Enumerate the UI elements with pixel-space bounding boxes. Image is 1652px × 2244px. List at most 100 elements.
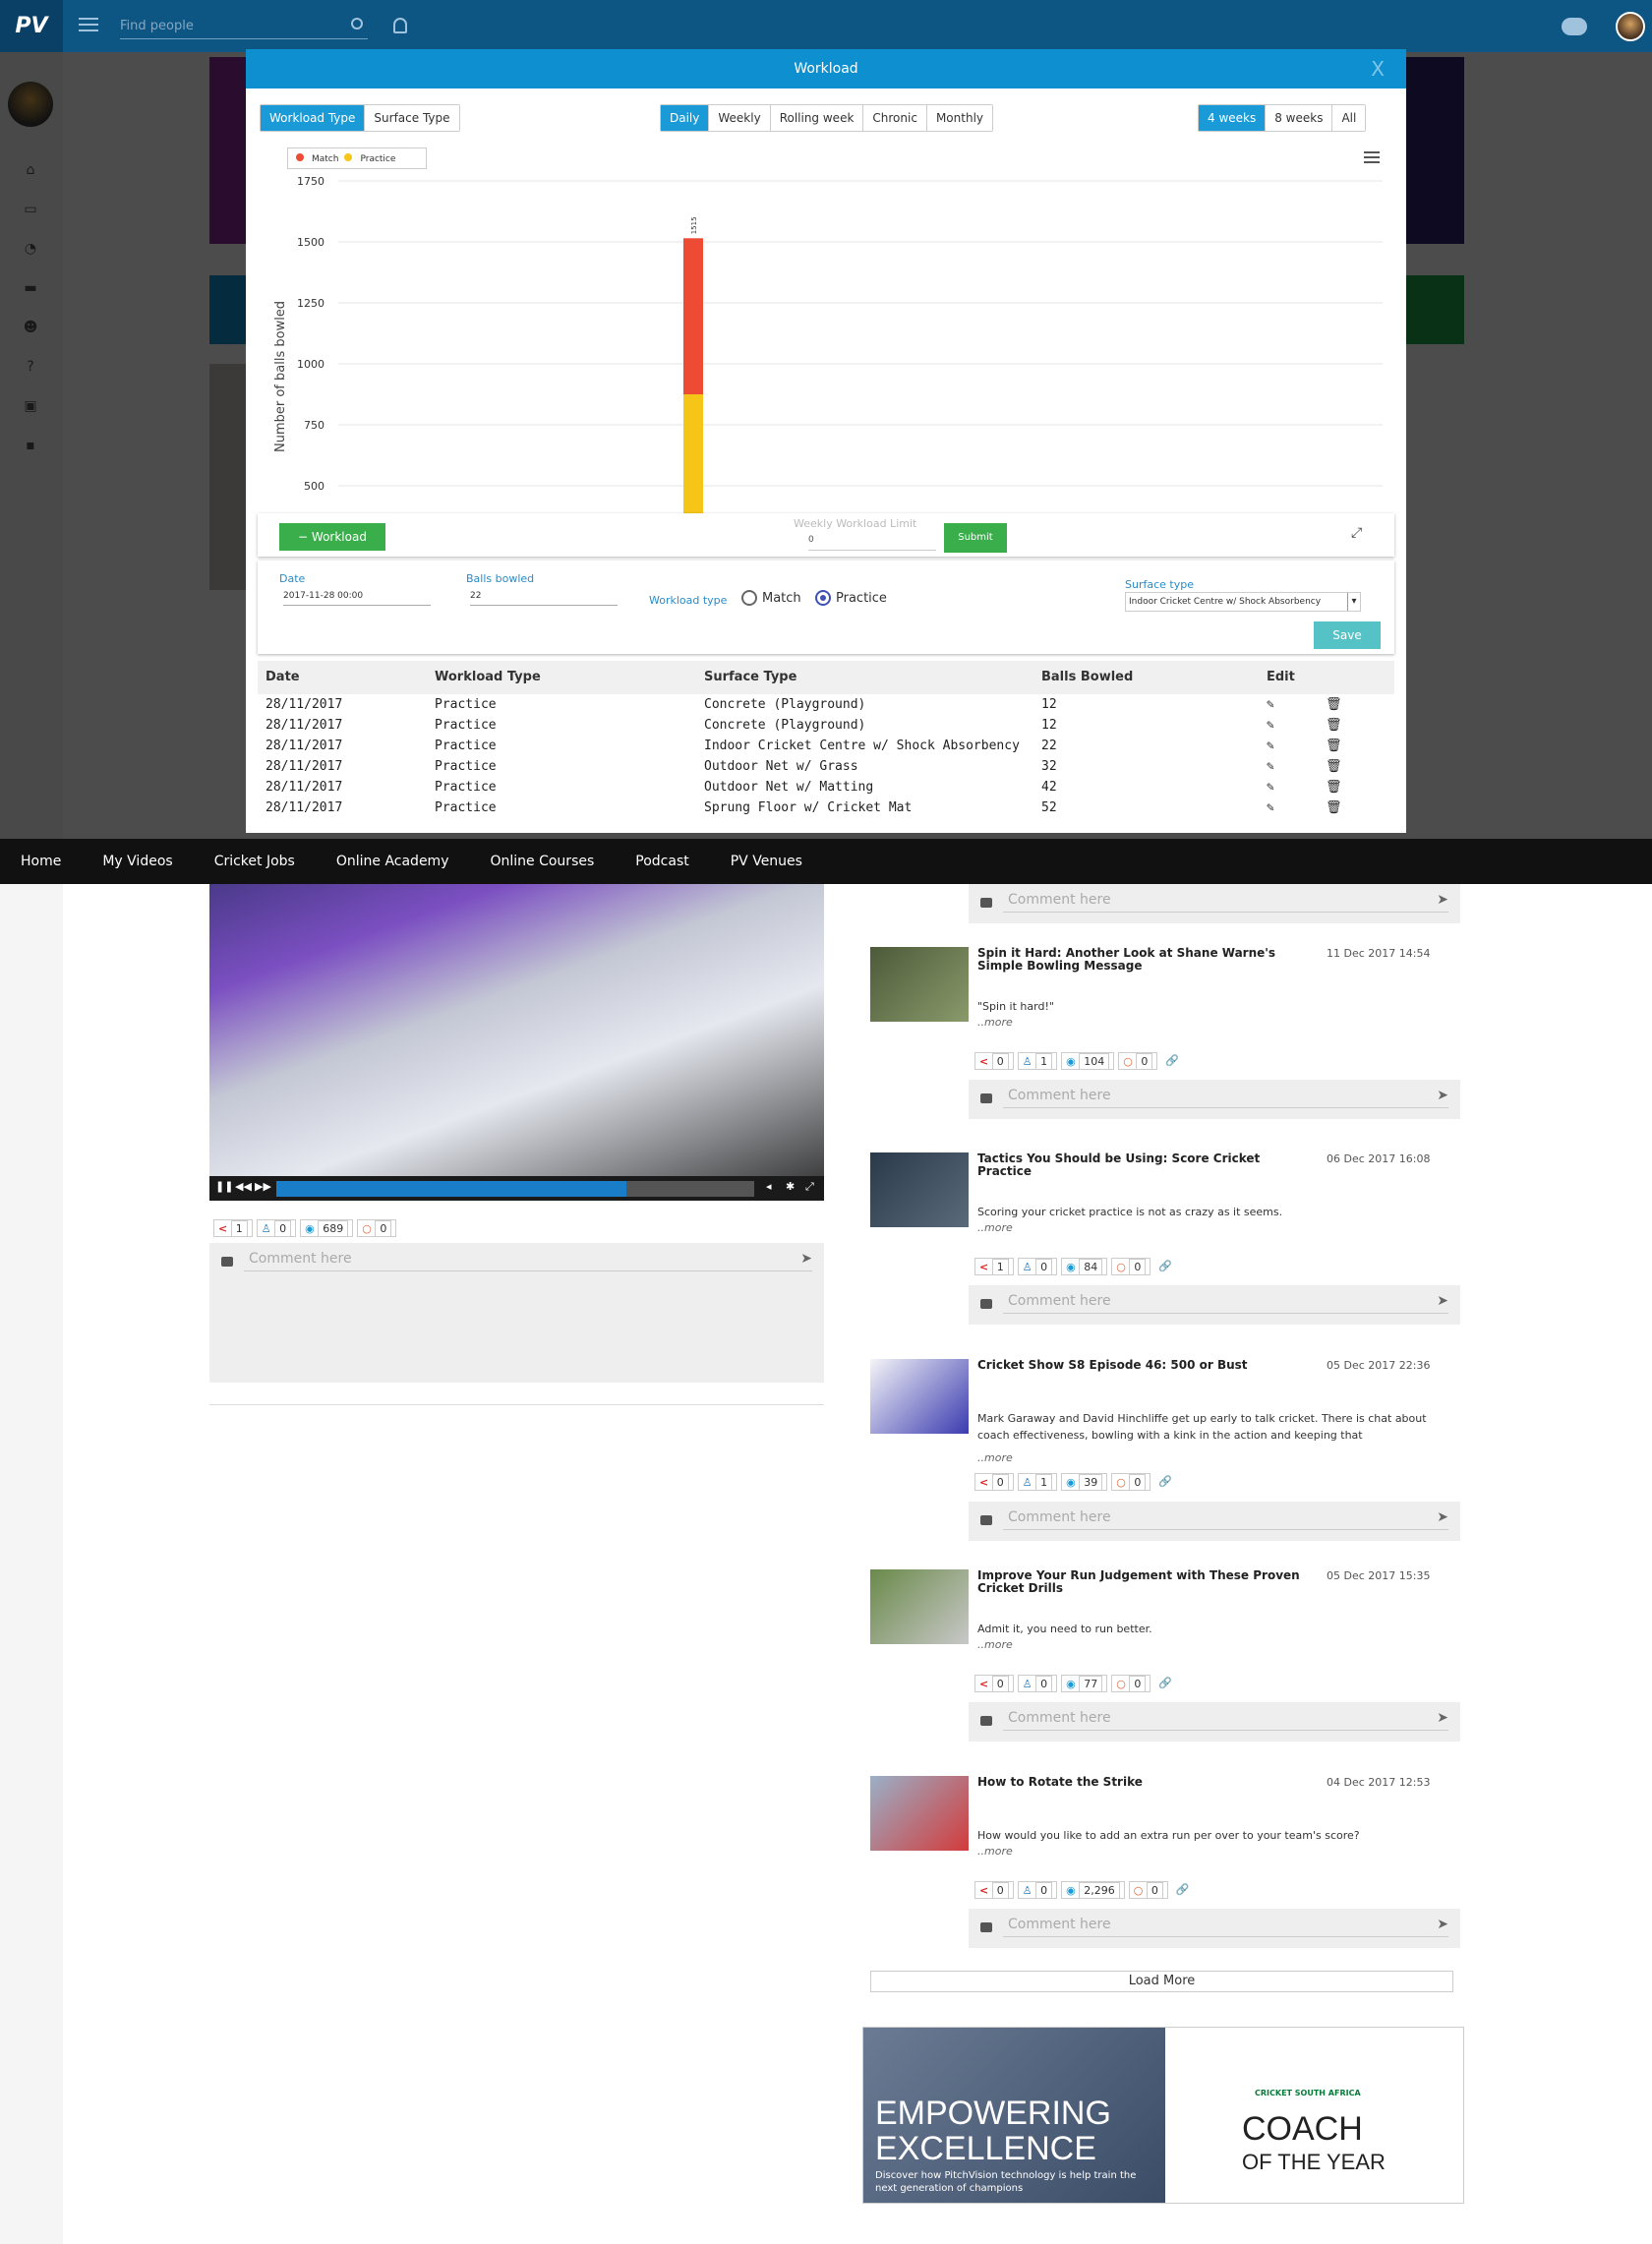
edit-icon[interactable]: ✎ (1259, 777, 1318, 797)
advert-banner[interactable]: EMPOWERING EXCELLENCE Discover how Pitch… (862, 2027, 1464, 2204)
delete-icon[interactable]: 🗑 (1318, 694, 1377, 715)
edit-icon[interactable]: ✎ (1259, 736, 1318, 756)
date-input[interactable]: 2017-11-28 00:00 (283, 586, 431, 606)
like-count[interactable]: ♙ 1 (1017, 1473, 1058, 1491)
link-icon[interactable]: 🔗 (1154, 1473, 1176, 1491)
feed-more-link[interactable]: ..more (977, 1221, 1013, 1234)
send-icon[interactable]: ➤ (1437, 1088, 1448, 1103)
menu-icon[interactable] (79, 18, 98, 35)
link-icon[interactable]: 🔗 (1154, 1675, 1176, 1692)
nav-online-courses[interactable]: Online Courses (490, 854, 594, 869)
video-comment-input[interactable]: Comment here (249, 1251, 352, 1267)
submit-button[interactable]: Submit (944, 523, 1007, 553)
edit-icon[interactable]: ✎ (1259, 715, 1318, 736)
delete-icon[interactable]: 🗑 (1318, 736, 1377, 756)
save-button[interactable]: Save (1314, 621, 1381, 649)
feed-more-link[interactable]: ..more (977, 1451, 1013, 1464)
rewind-icon[interactable]: ◀◀ (235, 1180, 252, 1193)
feed-more-link[interactable]: ..more (977, 1016, 1013, 1029)
edit-icon[interactable]: ✎ (1259, 797, 1318, 818)
like-count[interactable]: ♙ 0 (1017, 1675, 1058, 1692)
radio-practice-circle[interactable] (815, 590, 831, 606)
feed-more-link[interactable]: ..more (977, 1845, 1013, 1858)
delete-icon[interactable]: 🗑 (1318, 777, 1377, 797)
bar-practice[interactable] (683, 394, 703, 513)
share-count[interactable]: < 1 (974, 1258, 1014, 1275)
delete-icon[interactable]: 🗑 (1318, 715, 1377, 736)
weekly-limit-input[interactable]: 0 (808, 531, 936, 551)
feed-comment-input[interactable]: Comment here (1008, 1088, 1111, 1103)
user-avatar[interactable] (1616, 12, 1645, 41)
video-progress[interactable] (276, 1181, 626, 1197)
bar-match[interactable] (683, 238, 703, 394)
radio-practice[interactable]: Practice (815, 590, 887, 606)
feed-top-comment-input[interactable]: Comment here (1008, 892, 1111, 908)
feed-thumbnail[interactable] (870, 1569, 969, 1644)
pause-icon[interactable]: ❚❚ (215, 1180, 233, 1193)
link-icon[interactable]: 🔗 (1161, 1052, 1183, 1070)
send-icon[interactable]: ➤ (800, 1251, 812, 1267)
feed-title[interactable]: Tactics You Should be Using: Score Crick… (977, 1152, 1302, 1178)
radio-match-circle[interactable] (741, 590, 757, 606)
load-more-button[interactable]: Load More (870, 1971, 1453, 1992)
share-count[interactable]: < 1 (213, 1219, 253, 1237)
share-count[interactable]: < 0 (974, 1675, 1014, 1692)
send-icon[interactable]: ➤ (1437, 1710, 1448, 1726)
comment-count[interactable]: ○ 0 (1111, 1258, 1151, 1275)
bell-icon[interactable] (393, 18, 407, 33)
app-logo[interactable]: PV (0, 0, 63, 52)
search-input[interactable]: Find people (120, 14, 368, 39)
feed-more-link[interactable]: ..more (977, 1638, 1013, 1651)
radio-match[interactable]: Match (741, 590, 801, 606)
feed-thumbnail[interactable] (870, 947, 969, 1022)
workload-toggle-button[interactable]: − Workload (279, 523, 385, 551)
share-count[interactable]: < 0 (974, 1881, 1014, 1899)
delete-icon[interactable]: 🗑 (1318, 756, 1377, 777)
feed-thumbnail[interactable] (870, 1152, 969, 1227)
comment-count[interactable]: ○ 0 (1118, 1052, 1158, 1070)
surface-type-select[interactable]: Indoor Cricket Centre w/ Shock Absorbenc… (1125, 592, 1361, 612)
settings-icon[interactable]: ✱ (786, 1180, 795, 1193)
forward-icon[interactable]: ▶▶ (255, 1180, 271, 1193)
chat-icon[interactable] (1562, 18, 1587, 35)
video-player[interactable]: ❚❚ ◀◀ ▶▶ ◂ ✱ ⤢ (209, 884, 824, 1201)
search-icon[interactable] (351, 18, 363, 30)
feed-thumbnail[interactable] (870, 1359, 969, 1434)
feed-title[interactable]: Cricket Show S8 Episode 46: 500 or Bust (977, 1359, 1302, 1372)
like-count[interactable]: ♙ 0 (256, 1219, 297, 1237)
nav-podcast[interactable]: Podcast (635, 854, 688, 869)
like-count[interactable]: ♙ 0 (1017, 1881, 1058, 1899)
send-icon[interactable]: ➤ (1437, 1293, 1448, 1309)
like-count[interactable]: ♙ 0 (1017, 1258, 1058, 1275)
nav-home[interactable]: Home (21, 854, 61, 869)
like-count[interactable]: ♙ 1 (1017, 1052, 1058, 1070)
delete-icon[interactable]: 🗑 (1318, 797, 1377, 818)
feed-title[interactable]: How to Rotate the Strike (977, 1776, 1302, 1789)
comment-count[interactable]: ○ 0 (1111, 1675, 1151, 1692)
balls-input[interactable]: 22 (470, 586, 618, 606)
nav-pv-venues[interactable]: PV Venues (731, 854, 802, 869)
feed-title[interactable]: Improve Your Run Judgement with These Pr… (977, 1569, 1302, 1595)
nav-cricket-jobs[interactable]: Cricket Jobs (214, 854, 295, 869)
nav-my-videos[interactable]: My Videos (102, 854, 172, 869)
link-icon[interactable]: 🔗 (1172, 1881, 1194, 1899)
feed-thumbnail[interactable] (870, 1776, 969, 1851)
feed-comment-input[interactable]: Comment here (1008, 1917, 1111, 1932)
volume-icon[interactable]: ◂ (766, 1180, 772, 1193)
fullscreen-icon[interactable]: ⤢ (805, 1180, 814, 1194)
edit-icon[interactable]: ✎ (1259, 756, 1318, 777)
expand-icon[interactable]: ⤢ (1351, 525, 1362, 541)
send-icon[interactable]: ➤ (1437, 1917, 1448, 1932)
share-count[interactable]: < 0 (974, 1052, 1014, 1070)
feed-comment-input[interactable]: Comment here (1008, 1710, 1111, 1726)
share-count[interactable]: < 0 (974, 1473, 1014, 1491)
feed-title[interactable]: Spin it Hard: Another Look at Shane Warn… (977, 947, 1302, 973)
comment-count[interactable]: ○ 0 (1128, 1881, 1168, 1899)
send-icon[interactable]: ➤ (1437, 892, 1448, 908)
comment-count[interactable]: ○ 0 (1111, 1473, 1151, 1491)
nav-online-academy[interactable]: Online Academy (336, 854, 449, 869)
send-icon[interactable]: ➤ (1437, 1509, 1448, 1525)
feed-comment-input[interactable]: Comment here (1008, 1293, 1111, 1309)
feed-comment-input[interactable]: Comment here (1008, 1509, 1111, 1525)
edit-icon[interactable]: ✎ (1259, 694, 1318, 715)
